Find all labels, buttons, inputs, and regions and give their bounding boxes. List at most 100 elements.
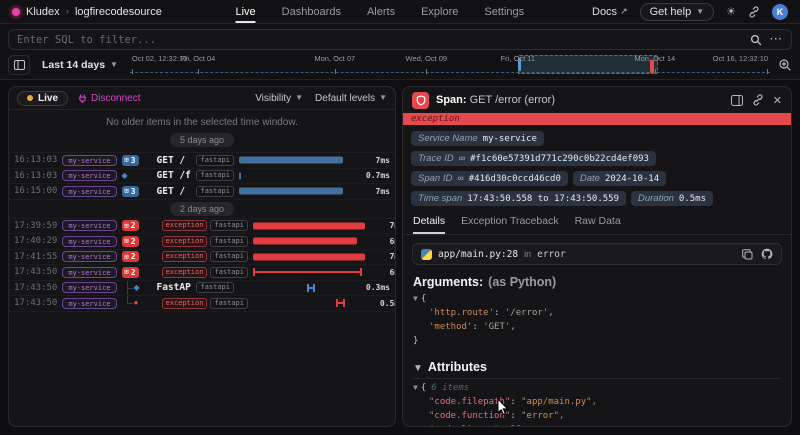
docs-link[interactable]: Docs↗ [592, 6, 628, 18]
search-icon[interactable] [750, 34, 762, 46]
zoom-in-button[interactable] [778, 58, 792, 72]
close-panel-button[interactable]: ✕ [773, 94, 782, 107]
meta-label: Service Name [418, 133, 478, 144]
duration-bar-track [253, 296, 371, 311]
trace-row[interactable]: 17:43:50 my-service ◆ FastAPI arguments [9, 281, 395, 296]
user-avatar[interactable]: K [772, 4, 788, 20]
arguments-json: ▼{ 'http.route': '/error','method': 'GET… [403, 290, 791, 352]
sql-filter-input[interactable] [17, 34, 742, 46]
fastapi-badge: fastapi [196, 155, 234, 166]
time-range-selector[interactable]: Last 14 days▼ [38, 59, 122, 71]
child-count-badge[interactable]: ⊞2 [122, 267, 139, 278]
detail-tab[interactable]: Exception Traceback [461, 215, 558, 234]
duration-bar[interactable] [253, 238, 357, 245]
trace-row[interactable]: 17:40:29 my-service ⊞2 GET /error except… [9, 234, 395, 249]
trace-row[interactable]: 17:43:50 my-service ⊞2 GET /error except… [9, 265, 395, 280]
expand-icon: ⊞ [125, 156, 129, 164]
default-levels-dropdown[interactable]: Default levels▼ [315, 93, 387, 104]
duration-bar[interactable] [239, 172, 241, 179]
trace-rows: 16:13:03 my-service ⊞3 GET / [9, 153, 395, 312]
python-icon [421, 249, 432, 260]
sidebar-toggle-button[interactable] [8, 55, 30, 75]
span-name: GET / [157, 186, 192, 197]
share-link-button[interactable] [748, 6, 760, 18]
nav-tab[interactable]: Alerts [367, 0, 395, 23]
service-badge: my-service [62, 298, 116, 309]
service-badge: my-service [62, 220, 116, 231]
fastapi-badge: fastapi [210, 251, 248, 262]
arguments-heading: Arguments: (as Python) [403, 267, 791, 290]
nav-tab[interactable]: Dashboards [282, 0, 341, 23]
logfire-logo-icon[interactable] [12, 8, 20, 16]
github-icon[interactable] [761, 248, 773, 260]
child-count-badge[interactable]: ⊞3 [122, 186, 139, 197]
detail-tab[interactable]: Raw Data [575, 215, 621, 234]
trace-row[interactable]: 17:39:59 my-service ⊞2 GET /error except… [9, 219, 395, 234]
span-type-icon: ◆ [134, 284, 140, 292]
duration-bar[interactable] [239, 188, 343, 195]
tick-mark [132, 69, 133, 74]
row-expander: ⊞2 [122, 250, 152, 265]
trace-row[interactable]: 17:43:50 my-service ● GET /error (error)… [9, 296, 395, 311]
row-expander: ◆ [122, 169, 152, 184]
trace-row-container: 16:13:03 my-service ⊞3 GET / [9, 153, 395, 169]
meta-pill[interactable]: Time span 17:43:50.558 to 17:43:50.559 [411, 191, 626, 206]
meta-pill[interactable]: Service Name my-service [411, 131, 544, 146]
detail-tab[interactable]: Details [413, 215, 445, 234]
tick-mark [767, 69, 768, 74]
service-badge: my-service [62, 155, 116, 166]
span-name: GET /favicon.ico [157, 170, 192, 181]
child-count-badge[interactable]: ⊞2 [122, 236, 139, 247]
meta-pill[interactable]: Date 2024-10-14 [573, 171, 666, 186]
duration-bar[interactable] [239, 157, 343, 164]
duration-bar[interactable] [253, 222, 365, 229]
meta-pill[interactable]: Trace ID ∞ #f1c60e57391d771c290c0b22cd4e… [411, 151, 656, 166]
trace-row-container: 17:39:59 my-service ⊞2 GET /error except… [9, 219, 395, 235]
duration-bar[interactable] [253, 271, 362, 273]
collapse-chevron-icon: ▼ [413, 363, 423, 374]
trace-row[interactable]: 16:15:00 my-service ⊞3 GET / [9, 184, 395, 199]
duration-bar[interactable] [307, 287, 314, 289]
breadcrumb-project[interactable]: logfirecodesource [75, 6, 162, 18]
duration-bar[interactable] [336, 302, 345, 304]
get-help-button[interactable]: Get help▼ [640, 3, 715, 21]
breadcrumb-org[interactable]: Kludex [26, 6, 60, 18]
collapse-chevron-icon[interactable]: ▼ [413, 383, 418, 392]
row-badges: exception fastapi [162, 251, 248, 262]
duration-bar-track [253, 234, 371, 249]
meta-pill[interactable]: Span ID ∞ #416d30c0ccd46cd0 [411, 171, 568, 186]
meta-pill[interactable]: Duration 0.5ms [631, 191, 713, 206]
attributes-heading[interactable]: ▼ Attributes [403, 352, 791, 375]
span-detail-panel: Span: GET /error (error) ✕ exception Ser… [402, 86, 792, 427]
duration-bar[interactable] [253, 253, 365, 260]
nav-tab[interactable]: Explore [421, 0, 458, 23]
row-badges: exception fastapi [162, 236, 248, 247]
more-options-button[interactable]: ··· [770, 34, 783, 45]
dock-panel-button[interactable] [731, 95, 743, 106]
duration-bar-track [253, 265, 371, 280]
trace-row[interactable]: 16:13:03 my-service ◆ GET /favicon.ico [9, 169, 395, 184]
live-button[interactable]: Live [17, 91, 68, 106]
span-type-icon: ◆ [122, 172, 128, 180]
trace-row[interactable]: 17:41:55 my-service ⊞2 GET /error except… [9, 250, 395, 265]
child-count-badge[interactable]: ⊞2 [122, 220, 139, 231]
attribute-entry: "code.lineno": 28, [413, 423, 781, 426]
copy-link-button[interactable] [752, 94, 764, 106]
disconnect-button[interactable]: Disconnect [78, 93, 140, 104]
collapse-chevron-icon[interactable]: ▼ [413, 294, 418, 303]
trace-row[interactable]: 16:13:03 my-service ⊞3 GET / [9, 153, 395, 168]
duration-label: 0.5ms [376, 299, 395, 308]
code-location-bar[interactable]: app/main.py:28 in error [412, 243, 782, 265]
copy-button[interactable] [742, 249, 753, 260]
top-right-actions: Docs↗ Get help▼ ☀ K [592, 3, 788, 21]
visibility-dropdown[interactable]: Visibility▼ [255, 93, 303, 104]
timeline-track[interactable]: Oct 02, 12:32:10 Fri, Oct 04 Mon, Oct 07 [130, 54, 770, 75]
breadcrumb: Kludex › logfirecodesource [12, 6, 162, 18]
nav-tab[interactable]: Settings [484, 0, 524, 23]
theme-toggle-button[interactable]: ☀ [726, 5, 736, 18]
duration-label: 0.7ms [362, 171, 390, 180]
nav-tab[interactable]: Live [235, 0, 255, 23]
child-count-badge[interactable]: ⊞3 [122, 155, 139, 166]
time-gap-pill: 2 days ago [170, 202, 234, 216]
child-count-badge[interactable]: ⊞2 [122, 251, 139, 262]
